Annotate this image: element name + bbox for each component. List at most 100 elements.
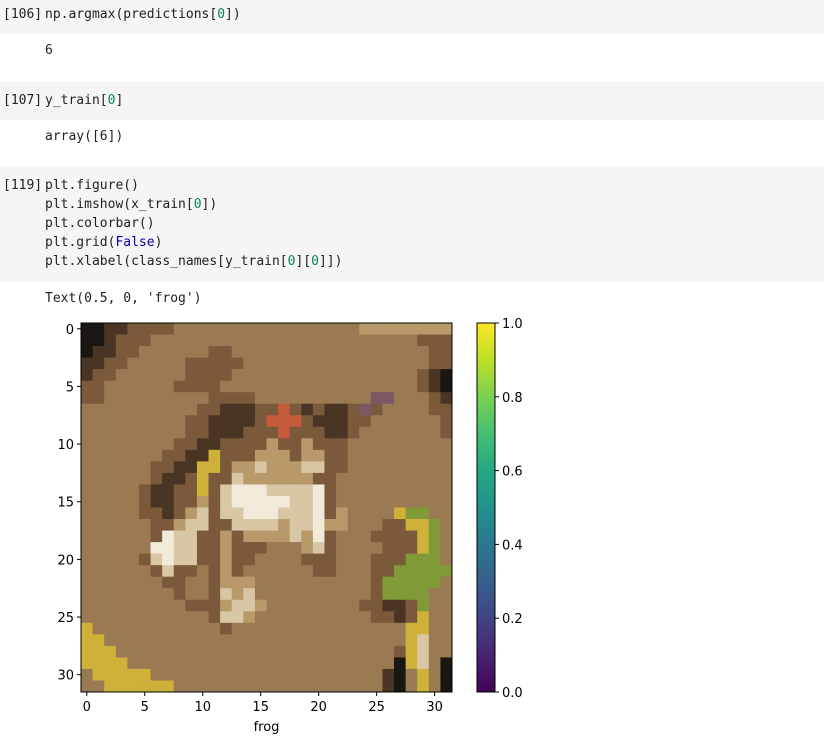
code-line[interactable]: plt.grid(False) — [45, 233, 162, 252]
image-pixel — [312, 323, 325, 335]
image-pixel — [394, 622, 407, 635]
image-pixel — [266, 680, 279, 693]
image-pixel — [278, 553, 291, 566]
image-pixel — [150, 392, 163, 405]
image-pixel — [428, 403, 441, 416]
image-pixel — [301, 576, 314, 589]
image-pixel — [185, 380, 198, 393]
code-line[interactable]: plt.imshow(x_train[0]) — [45, 195, 217, 214]
image-pixel — [162, 668, 175, 681]
image-pixel — [196, 472, 209, 485]
code-line[interactable]: plt.figure() — [45, 176, 139, 195]
image-pixel — [312, 449, 325, 462]
image-pixel — [127, 576, 140, 589]
image-pixel — [405, 323, 418, 335]
image-pixel — [347, 415, 360, 428]
image-pixel — [220, 565, 233, 578]
image-pixel — [231, 553, 244, 566]
image-pixel — [289, 392, 302, 405]
code-line[interactable]: np.argmax(predictions[0]) — [45, 5, 241, 24]
image-pixel — [301, 611, 314, 624]
image-pixel — [92, 530, 105, 543]
code-line[interactable]: plt.colorbar() — [45, 214, 155, 233]
image-pixel — [347, 657, 360, 670]
image-pixel — [196, 611, 209, 624]
image-pixel — [324, 380, 337, 393]
image-pixel — [278, 346, 291, 358]
image-pixel — [312, 472, 325, 485]
image-pixel — [278, 392, 291, 405]
image-pixel — [394, 576, 407, 589]
image-pixel — [312, 680, 325, 693]
image-pixel — [370, 576, 383, 589]
image-pixel — [417, 357, 430, 370]
colorbar-tick-label: 0.6 — [502, 465, 523, 480]
image-pixel — [324, 565, 337, 578]
image-pixel — [278, 645, 291, 658]
image-pixel — [266, 599, 279, 612]
image-pixel — [289, 323, 302, 335]
image-pixel — [231, 392, 244, 405]
image-pixel — [254, 519, 267, 531]
image-pixel — [440, 680, 453, 693]
image-pixel — [81, 565, 93, 578]
image-pixel — [115, 680, 128, 693]
image-pixel — [104, 634, 117, 647]
image-pixel — [266, 369, 279, 382]
image-pixel — [104, 530, 117, 543]
image-pixel — [359, 680, 372, 693]
code-cell[interactable]: [107] y_train[0] — [0, 82, 824, 120]
image-pixel — [138, 622, 151, 635]
image-pixel — [208, 507, 221, 520]
image-pixel — [104, 588, 117, 601]
image-pixel — [162, 392, 175, 405]
image-pixel — [150, 357, 163, 370]
image-pixel — [370, 403, 383, 416]
image-pixel — [347, 565, 360, 578]
code-token: 0 — [217, 7, 226, 22]
image-pixel — [115, 495, 128, 508]
image-pixel — [289, 622, 302, 635]
image-pixel — [185, 668, 198, 681]
image-pixel — [196, 645, 209, 658]
image-pixel — [428, 438, 441, 451]
image-pixel — [405, 542, 418, 555]
image-pixel — [115, 553, 128, 566]
image-pixel — [243, 334, 256, 347]
image-pixel — [359, 334, 372, 347]
image-pixel — [347, 357, 360, 370]
image-pixel — [162, 415, 175, 428]
image-pixel — [428, 565, 441, 578]
image-pixel — [127, 645, 140, 658]
image-pixel — [336, 484, 349, 497]
image-pixel — [312, 507, 325, 520]
image-pixel — [138, 645, 151, 658]
image-pixel — [289, 599, 302, 612]
image-pixel — [243, 622, 256, 635]
image-pixel — [336, 495, 349, 508]
image-pixel — [220, 599, 233, 612]
image-pixel — [278, 495, 291, 508]
image-pixel — [347, 334, 360, 347]
image-pixel — [220, 542, 233, 555]
code-token: y_train[ — [45, 93, 108, 108]
image-pixel — [359, 611, 372, 624]
image-pixel — [289, 611, 302, 624]
image-pixel — [278, 484, 291, 497]
image-pixel — [440, 634, 453, 647]
image-pixel — [428, 426, 441, 439]
image-pixel — [162, 495, 175, 508]
image-pixel — [138, 542, 151, 555]
code-cell[interactable]: [106] np.argmax(predictions[0]) — [0, 0, 824, 34]
image-pixel — [394, 323, 407, 335]
image-pixel — [440, 323, 453, 335]
code-line[interactable]: plt.xlabel(class_names[y_train[0][0]]) — [45, 252, 342, 271]
image-pixel — [359, 599, 372, 612]
image-pixel — [394, 611, 407, 624]
image-pixel — [162, 380, 175, 393]
image-pixel — [173, 553, 186, 566]
image-pixel — [336, 553, 349, 566]
image-pixel — [394, 495, 407, 508]
code-cell[interactable]: [119] plt.figure() plt.imshow(x_train[0]) p… — [0, 167, 824, 282]
code-line[interactable]: y_train[0] — [45, 91, 123, 110]
